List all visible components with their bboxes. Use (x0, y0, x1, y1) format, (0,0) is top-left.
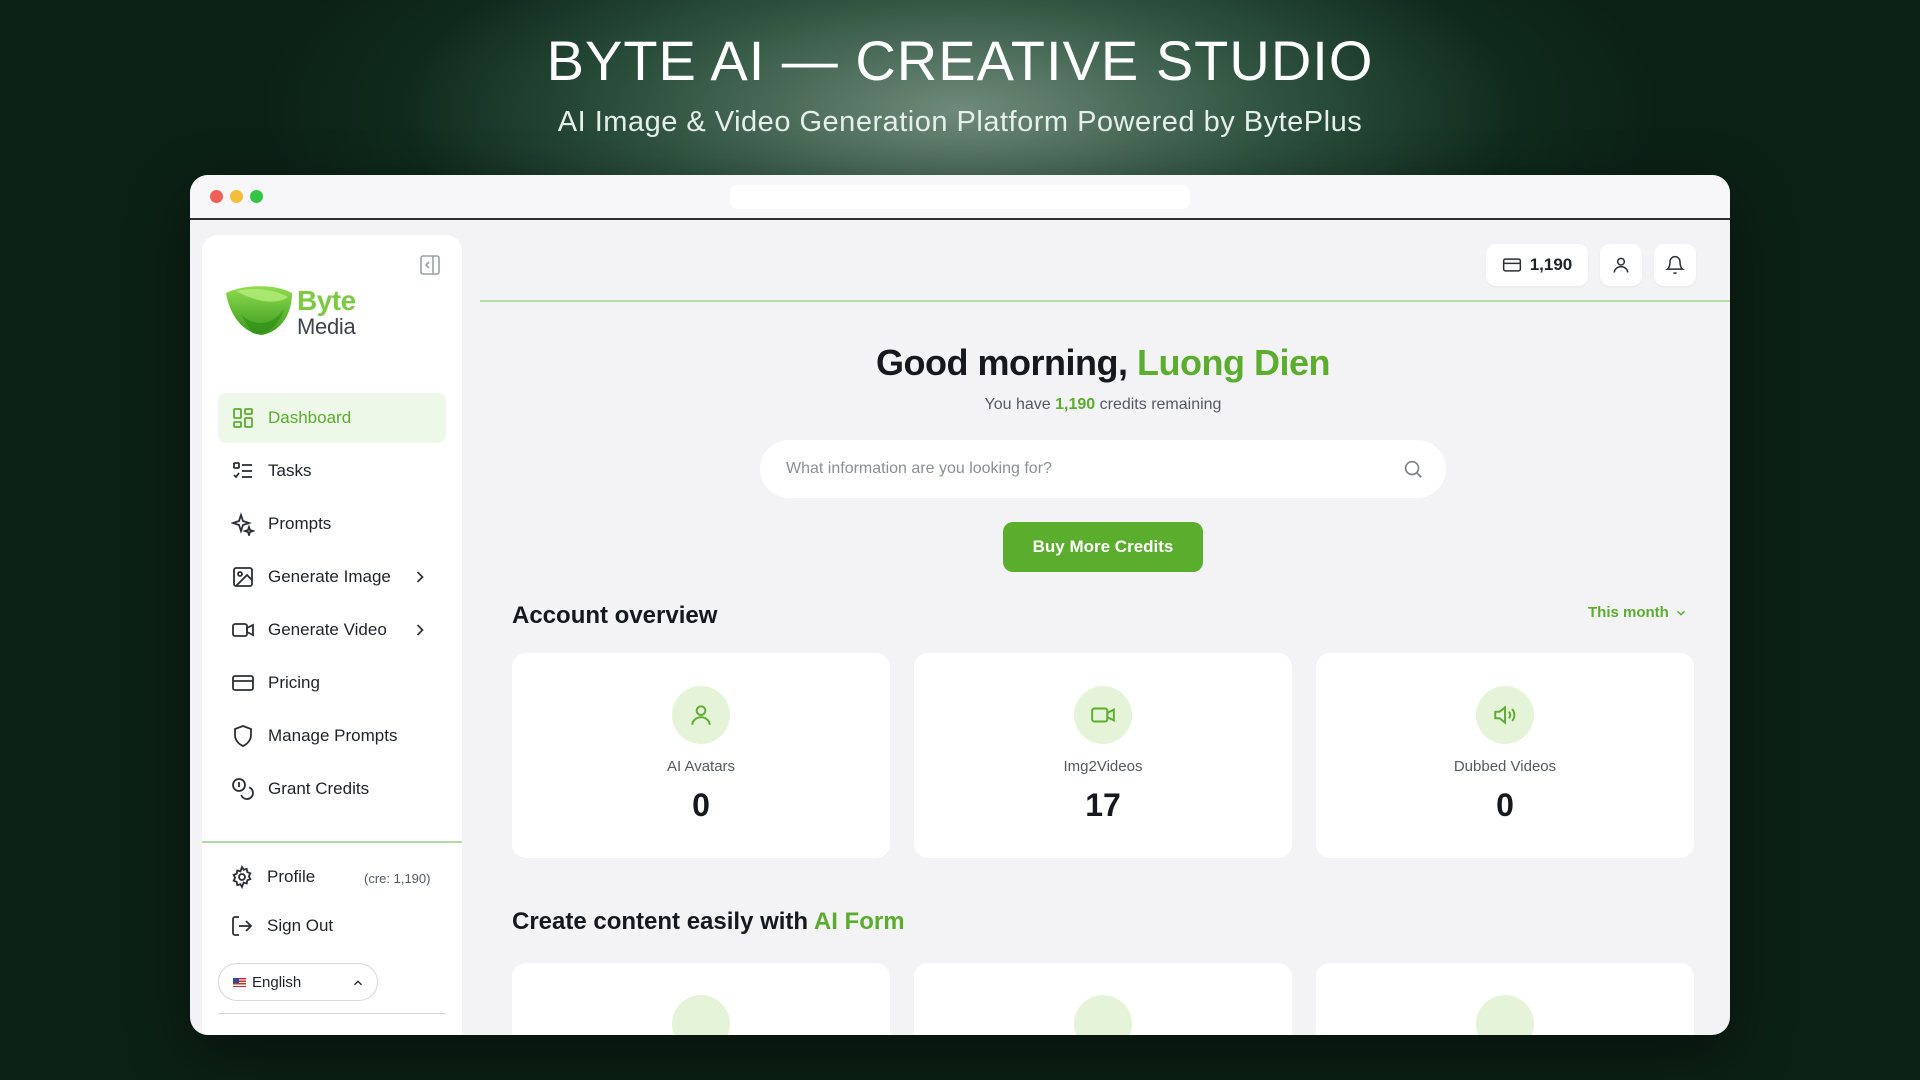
greeting-prefix: Good morning, (876, 342, 1137, 383)
form-card-icon (672, 995, 730, 1035)
account-overview-title: Account overview (512, 602, 718, 629)
sidebar-item-label: Prompts (268, 514, 332, 533)
ai-form-card[interactable] (512, 963, 890, 1035)
create-content-title: Create content easily with AI Form (512, 908, 905, 936)
buy-more-credits-button[interactable]: Buy More Credits (1003, 522, 1203, 572)
form-card-icon (1476, 995, 1534, 1035)
sidebar-nav: Dashboard Tasks Prompts Generate Image G… (218, 393, 446, 817)
sidebar-item-label: Grant Credits (268, 779, 370, 798)
hero-title: BYTE AI — CREATIVE STUDIO (546, 29, 1374, 92)
chevron-right-icon[interactable] (410, 620, 430, 640)
window-titlebar (190, 175, 1730, 220)
dashboard-icon (231, 406, 255, 430)
sidebar-item-profile[interactable]: Profile (230, 862, 315, 892)
notifications-button[interactable] (1654, 244, 1696, 286)
search-input[interactable]: What information are you looking for? (760, 440, 1446, 498)
search-placeholder: What information are you looking for? (786, 460, 1052, 477)
account-button[interactable] (1600, 244, 1642, 286)
greeting-heading: Good morning, Luong Dien (603, 342, 1603, 384)
chevron-right-icon[interactable] (410, 567, 430, 587)
collapse-sidebar-icon[interactable] (418, 253, 442, 277)
period-selector[interactable]: This month (1588, 604, 1688, 621)
speaker-icon (1476, 686, 1534, 744)
credits-balance-button[interactable]: 1,190 (1486, 244, 1588, 286)
language-label: English (252, 973, 302, 991)
brand-line-2: Media (297, 314, 356, 339)
credits-suffix: credits remaining (1095, 396, 1222, 413)
sidebar-item-pricing[interactable]: Pricing (218, 658, 446, 708)
sidebar-item-generate-video[interactable]: Generate Video (218, 605, 446, 655)
sidebar-item-prompts[interactable]: Prompts (218, 499, 446, 549)
ai-form-card[interactable] (914, 963, 1292, 1035)
period-label: This month (1588, 604, 1669, 621)
sidebar-item-label: Pricing (268, 673, 320, 692)
image-icon (231, 565, 255, 589)
sign-out-button[interactable]: Sign Out (230, 911, 333, 941)
search-icon[interactable] (1402, 458, 1424, 480)
sparkles-icon (230, 512, 256, 538)
credit-card-icon (1502, 255, 1522, 275)
sign-out-icon (230, 914, 254, 938)
sidebar-item-label: Dashboard (268, 408, 352, 427)
bell-icon (1665, 255, 1685, 275)
stat-label: Dubbed Videos (1453, 758, 1557, 775)
sidebar-item-grant-credits[interactable]: Grant Credits (218, 764, 446, 814)
sidebar-item-label: Generate Video (268, 620, 387, 639)
credits-remaining: You have 1,190 credits remaining (603, 396, 1603, 414)
stat-value: 0 (692, 787, 710, 823)
stat-value: 0 (1496, 787, 1514, 823)
sidebar-item-label: Manage Prompts (268, 726, 398, 745)
stat-card-ai-avatars: AI Avatars 0 (512, 653, 890, 858)
ai-form-card[interactable] (1316, 963, 1694, 1035)
stat-card-img2videos: Img2Videos 17 (914, 653, 1292, 858)
gear-icon (230, 864, 254, 890)
language-select[interactable]: English (218, 963, 378, 1001)
credits-remaining-value: 1,190 (1055, 396, 1096, 413)
tasks-icon (231, 459, 255, 483)
maximize-window-button[interactable] (250, 190, 263, 203)
user-name: Luong Dien (1137, 342, 1330, 383)
sign-out-label: Sign Out (267, 916, 334, 935)
stat-label: Img2Videos (1063, 758, 1143, 775)
browser-window: Byte Media Dashboard Tasks Prompts Gener… (190, 175, 1730, 1035)
us-flag-icon (233, 977, 246, 987)
sidebar-item-generate-image[interactable]: Generate Image (218, 552, 446, 602)
user-icon (672, 686, 730, 744)
stat-label: AI Avatars (666, 758, 736, 775)
coins-icon (231, 777, 255, 801)
sidebar: Byte Media Dashboard Tasks Prompts Gener… (202, 235, 462, 1035)
chevron-up-icon (351, 976, 365, 990)
profile-label: Profile (267, 867, 316, 886)
minimize-window-button[interactable] (230, 190, 243, 203)
sidebar-divider (202, 841, 462, 843)
brand-wordmark: Byte Media (297, 287, 356, 339)
language-divider (218, 1013, 446, 1014)
video-icon (231, 618, 255, 642)
create-title-accent: AI Form (813, 908, 905, 935)
shield-icon (231, 724, 255, 748)
stat-card-dubbed-videos: Dubbed Videos 0 (1316, 653, 1694, 858)
profile-credits: (cre: 1,190) (364, 871, 431, 886)
main-content: 1,190 Good morning, Luong Dien You have … (480, 222, 1730, 1035)
hero-subtitle: AI Image & Video Generation Platform Pow… (557, 106, 1363, 138)
sidebar-item-manage-prompts[interactable]: Manage Prompts (218, 711, 446, 761)
sidebar-item-tasks[interactable]: Tasks (218, 446, 446, 496)
credits-balance: 1,190 (1529, 255, 1573, 274)
credits-prefix: You have (984, 396, 1056, 413)
form-card-icon (1074, 995, 1132, 1035)
sidebar-item-label: Generate Image (268, 567, 391, 586)
chevron-down-icon (1674, 606, 1688, 620)
sidebar-item-dashboard[interactable]: Dashboard (218, 393, 446, 443)
video-icon (1074, 686, 1132, 744)
brand-line-1: Byte (297, 285, 356, 316)
topbar-divider (480, 300, 1730, 302)
address-bar[interactable] (730, 185, 1190, 209)
create-title-prefix: Create content easily with (512, 908, 814, 935)
stat-value: 17 (1085, 787, 1121, 823)
user-icon (1613, 257, 1629, 273)
credit-card-icon (231, 671, 255, 695)
close-window-button[interactable] (210, 190, 223, 203)
sidebar-item-label: Tasks (268, 461, 312, 480)
